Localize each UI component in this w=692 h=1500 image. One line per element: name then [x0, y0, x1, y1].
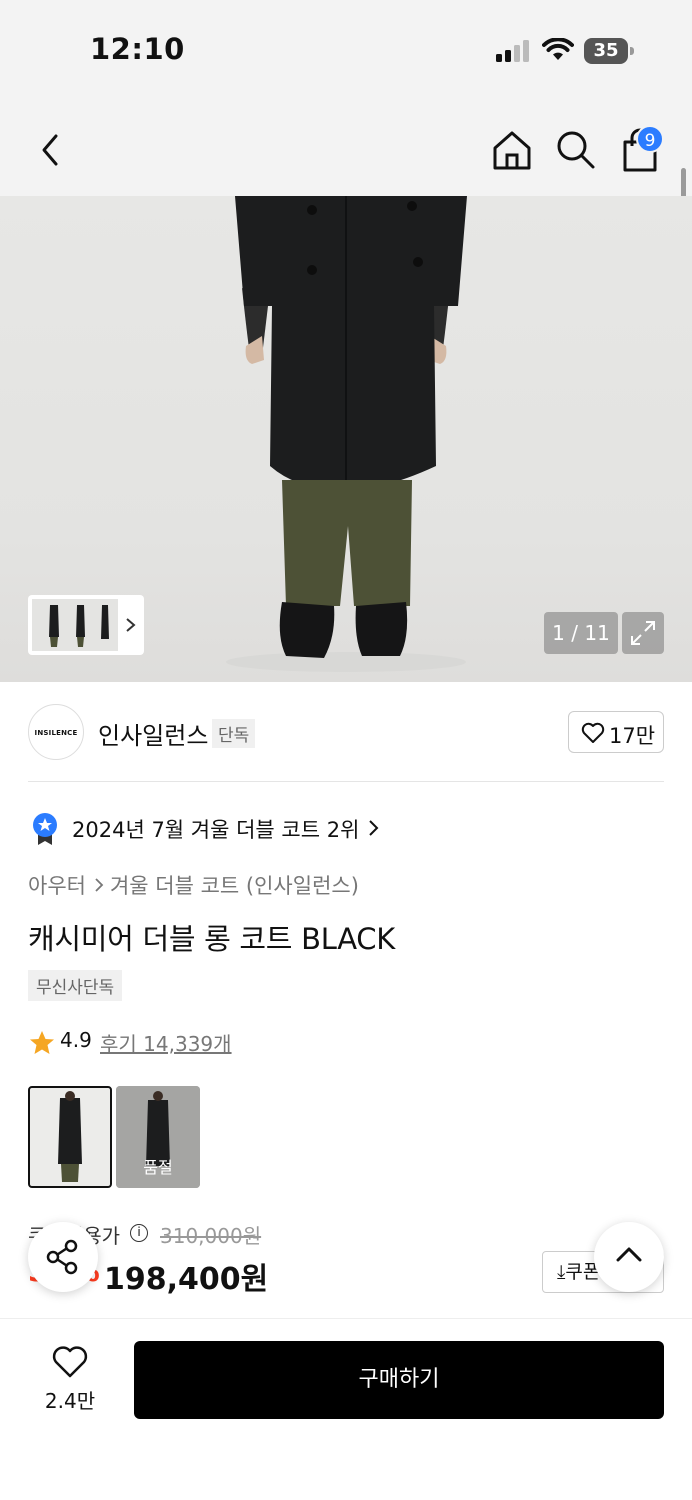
scroll-to-top-button[interactable]: [594, 1222, 664, 1292]
sold-out-label: 품절: [143, 1158, 173, 1177]
sale-price: 198,400원: [104, 1262, 269, 1297]
brand-logo[interactable]: INSILENCE: [28, 704, 84, 760]
original-price: 310,000원: [160, 1224, 262, 1248]
search-icon[interactable]: [554, 128, 596, 170]
battery-indicator: 35: [584, 38, 634, 64]
rating-score: 4.9: [60, 1028, 92, 1052]
back-icon[interactable]: [32, 130, 68, 170]
wifi-icon: [542, 38, 574, 60]
product-image-carousel[interactable]: 1 / 11: [0, 196, 692, 682]
battery-cap: [630, 47, 634, 55]
chevron-right-icon: [126, 618, 136, 632]
chevron-up-icon: [616, 1247, 642, 1262]
star-icon: [30, 1031, 54, 1054]
brand-name[interactable]: 인사일런스: [98, 716, 208, 751]
color-option-black[interactable]: [28, 1086, 112, 1188]
color-option-image: [58, 1091, 82, 1182]
expand-icon[interactable]: [622, 612, 664, 654]
heart-icon: [581, 722, 605, 743]
divider: [28, 781, 664, 782]
exclusive-tag: 무신사단독: [28, 970, 123, 1001]
review-count-link[interactable]: 후기 14,339개: [100, 1028, 232, 1057]
status-bar: 12:10 35: [0, 0, 692, 100]
home-icon[interactable]: [490, 128, 534, 172]
chevron-right-icon: [369, 820, 379, 836]
product-title: 캐시미어 더블 롱 코트 BLACK: [28, 922, 395, 956]
breadcrumb-category[interactable]: 아우터: [28, 870, 86, 900]
brand-like-button[interactable]: 17만: [568, 711, 664, 753]
gallery-thumbnails: [32, 599, 118, 651]
brand-exclusive-badge: 단독: [212, 719, 256, 748]
share-button[interactable]: [28, 1222, 98, 1292]
buy-button[interactable]: 구매하기: [134, 1341, 664, 1419]
status-time: 12:10: [90, 32, 185, 66]
chevron-right-icon: [95, 878, 104, 892]
cellular-signal-icon: [496, 40, 529, 62]
brand-like-count: 17만: [609, 724, 656, 748]
breadcrumb-subcategory[interactable]: 겨울 더블 코트 (인사일런스): [110, 870, 359, 900]
ranking-link[interactable]: 2024년 7월 겨울 더블 코트 2위: [72, 814, 359, 844]
info-icon[interactable]: i: [130, 1224, 148, 1242]
share-icon: [46, 1239, 78, 1275]
product-like-count: 2.4만: [44, 1389, 96, 1413]
battery-level: 35: [584, 38, 628, 64]
image-counter: 1 / 11: [544, 612, 618, 654]
color-option-sold-out[interactable]: 품절: [116, 1086, 200, 1188]
top-nav-bar: [0, 100, 692, 196]
ranking-badge-icon: [33, 813, 57, 845]
gallery-thumbnail-strip[interactable]: [28, 595, 144, 655]
heart-icon[interactable]: [51, 1345, 89, 1379]
cart-count-badge: 9: [636, 125, 664, 153]
breadcrumb: 아우터 겨울 더블 코트 (인사일런스): [28, 870, 359, 900]
